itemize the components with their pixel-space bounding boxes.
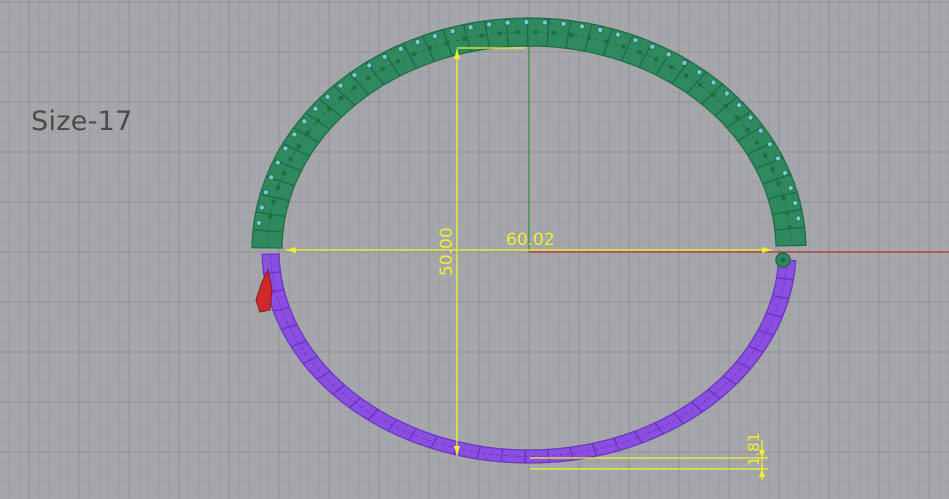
stone-setting (445, 41, 449, 45)
stone (291, 131, 298, 138)
stone-setting (637, 50, 642, 55)
height-dimension-text: 50.00 (437, 227, 457, 276)
stone-setting (551, 31, 556, 35)
stone (757, 127, 764, 134)
hinge-pin (780, 257, 786, 263)
stone (414, 39, 421, 46)
stone-setting (296, 144, 301, 149)
stone (255, 219, 262, 226)
stone (710, 79, 717, 86)
stone (747, 114, 754, 121)
stone-setting (479, 33, 484, 38)
stone-setting (776, 181, 781, 186)
stone (665, 51, 672, 58)
stone (324, 93, 331, 100)
stone-setting (352, 85, 357, 90)
stone-setting (684, 73, 689, 78)
stone-setting (621, 44, 626, 49)
stone (787, 184, 794, 191)
stone-setting (366, 76, 370, 80)
stone (560, 20, 567, 27)
stone (381, 53, 388, 60)
size-label: Size-17 (31, 106, 133, 137)
stone (366, 62, 373, 69)
stone (541, 19, 548, 26)
stone (782, 169, 789, 176)
stone-setting (339, 96, 344, 100)
stone-setting (533, 30, 538, 35)
stone (775, 155, 782, 162)
stone (397, 45, 404, 52)
stone-setting (276, 185, 280, 190)
stone-setting (428, 46, 433, 51)
stone-setting (271, 199, 276, 204)
stone-setting (380, 67, 385, 72)
stone (262, 189, 269, 196)
stone-setting (462, 36, 467, 41)
viewport-scene[interactable]: 60.02 50.00 1.81 (0, 0, 949, 499)
stone (649, 43, 656, 50)
stone (337, 82, 344, 89)
stone (312, 105, 319, 112)
stone-setting (723, 104, 728, 108)
stone (615, 31, 622, 38)
stone (486, 21, 493, 28)
stone (431, 33, 438, 40)
stone-setting (785, 210, 790, 215)
stone (795, 215, 802, 222)
stone-setting (268, 214, 273, 219)
width-dimension-text: 60.02 (506, 230, 555, 250)
stone-setting (669, 65, 674, 69)
stone-setting (327, 107, 332, 112)
stone (632, 37, 639, 44)
stone-setting (754, 140, 759, 145)
stone (268, 174, 275, 181)
stone (504, 19, 511, 26)
stone-setting (698, 82, 703, 87)
stone-setting (787, 225, 792, 230)
stone (274, 159, 281, 166)
stone-setting (281, 171, 286, 176)
stone-setting (569, 32, 574, 37)
stone (696, 69, 703, 76)
stone-setting (587, 35, 591, 40)
stone-setting (316, 118, 320, 123)
stone (449, 28, 456, 35)
stone (467, 24, 474, 31)
stone-setting (653, 57, 658, 62)
stone (792, 200, 799, 207)
stone (723, 90, 730, 97)
stone-setting (745, 127, 750, 132)
stone-setting (711, 93, 716, 98)
stone-setting (763, 153, 768, 158)
stone-setting (604, 39, 609, 44)
stone-setting (497, 31, 502, 36)
stone (282, 145, 289, 152)
stone (597, 26, 604, 33)
stone (351, 72, 358, 79)
stone-setting (411, 52, 416, 57)
thickness-dimension-text: 1.81 (745, 433, 763, 466)
stone-setting (288, 157, 293, 162)
stone (736, 102, 743, 109)
stone-setting (735, 115, 740, 120)
stone-setting (515, 30, 520, 35)
stone (579, 23, 586, 30)
stone (301, 118, 308, 125)
stone (523, 18, 530, 25)
stone (767, 141, 774, 148)
stone-setting (305, 131, 310, 136)
viewport[interactable]: 60.02 50.00 1.81 Size-17 (0, 0, 949, 499)
stone-setting (395, 59, 400, 64)
stone-setting (781, 196, 786, 200)
stone (681, 59, 688, 66)
stone (258, 204, 265, 211)
stone-setting (770, 167, 775, 172)
